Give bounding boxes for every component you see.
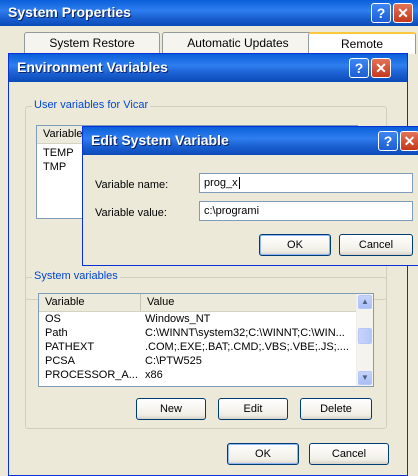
value-cell: x86	[145, 369, 163, 381]
close-icon[interactable]: ✕	[393, 3, 413, 23]
table-row[interactable]: OS Windows_NT	[39, 312, 357, 326]
scroll-up-icon[interactable]: ▲	[358, 295, 372, 309]
variable-cell: Path	[45, 327, 68, 339]
table-row[interactable]: PATHEXT .COM;.EXE;.BAT;.CMD;.VBS;.VBE;.J…	[39, 340, 357, 354]
value-cell: Windows_NT	[145, 313, 211, 325]
cancel-button[interactable]: Cancel	[309, 443, 389, 465]
environment-variables-titlebar[interactable]: Environment Variables ? ✕	[9, 54, 407, 82]
system-variables-header: Variable Value	[39, 294, 357, 312]
close-icon[interactable]: ✕	[371, 58, 391, 78]
cancel-button[interactable]: Cancel	[339, 234, 413, 256]
table-row[interactable]: Path C:\WINNT\system32;C:\WINNT;C:\WIN..…	[39, 326, 357, 340]
user-variables-legend: User variables for Vicar	[32, 99, 151, 111]
delete-button[interactable]: Delete	[300, 398, 372, 420]
system-properties-titlebar[interactable]: System Properties ? ✕	[0, 0, 418, 26]
variable-cell: PROCESSOR_A...	[45, 369, 137, 381]
tab-automatic-updates[interactable]: Automatic Updates	[162, 32, 314, 53]
value-cell: .COM;.EXE;.BAT;.CMD;.VBS;.VBE;.JS;....	[145, 341, 349, 353]
variable-name-value: prog_x	[204, 177, 238, 189]
variable-value-label: Variable value:	[95, 207, 167, 219]
system-properties-title: System Properties	[8, 4, 131, 20]
column-header-value[interactable]: Value	[141, 294, 357, 311]
edit-variable-titlebar[interactable]: Edit System Variable ? ✕	[83, 127, 418, 155]
help-icon[interactable]: ?	[349, 58, 369, 78]
close-icon[interactable]: ✕	[400, 131, 418, 151]
scroll-down-icon[interactable]: ▼	[358, 371, 372, 385]
system-variables-legend: System variables	[32, 270, 120, 282]
system-variables-list[interactable]: Variable Value OS Windows_NT Path C:\WIN…	[38, 293, 374, 387]
scroll-thumb[interactable]	[358, 328, 372, 344]
user-variable-name: TMP	[43, 161, 67, 173]
user-variable-name: TEMP	[43, 147, 74, 159]
variable-value-value: c:\programi	[204, 205, 260, 217]
ok-button[interactable]: OK	[227, 443, 299, 465]
variable-name-label: Variable name:	[95, 179, 169, 191]
variable-name-field[interactable]: prog_x	[199, 173, 413, 193]
variable-cell: PATHEXT	[45, 341, 95, 353]
variable-cell: OS	[45, 313, 61, 325]
new-button[interactable]: New	[136, 398, 206, 420]
edit-system-variable-dialog: Edit System Variable ? ✕ Variable name: …	[82, 126, 418, 266]
text-caret	[238, 177, 240, 190]
help-icon[interactable]: ?	[371, 3, 391, 23]
system-variables-group: System variables Variable Value OS Windo…	[25, 270, 387, 429]
variable-cell: PCSA	[45, 355, 75, 367]
value-cell: C:\PTW525	[145, 355, 202, 367]
column-header-variable[interactable]: Variable	[39, 294, 141, 311]
tab-system-restore[interactable]: System Restore	[24, 32, 160, 53]
help-icon[interactable]: ?	[378, 131, 398, 151]
table-row[interactable]: PROCESSOR_A... x86	[39, 368, 357, 382]
environment-variables-title: Environment Variables	[17, 59, 168, 75]
ok-button[interactable]: OK	[259, 234, 331, 256]
tab-remote[interactable]: Remote	[308, 32, 416, 54]
edit-button[interactable]: Edit	[218, 398, 288, 420]
table-row[interactable]: PCSA C:\PTW525	[39, 354, 357, 368]
value-cell: C:\WINNT\system32;C:\WINNT;C:\WIN...	[145, 327, 345, 339]
variable-value-field[interactable]: c:\programi	[199, 201, 413, 221]
edit-variable-title: Edit System Variable	[91, 132, 229, 148]
vertical-scrollbar[interactable]: ▲ ▼	[356, 294, 373, 386]
